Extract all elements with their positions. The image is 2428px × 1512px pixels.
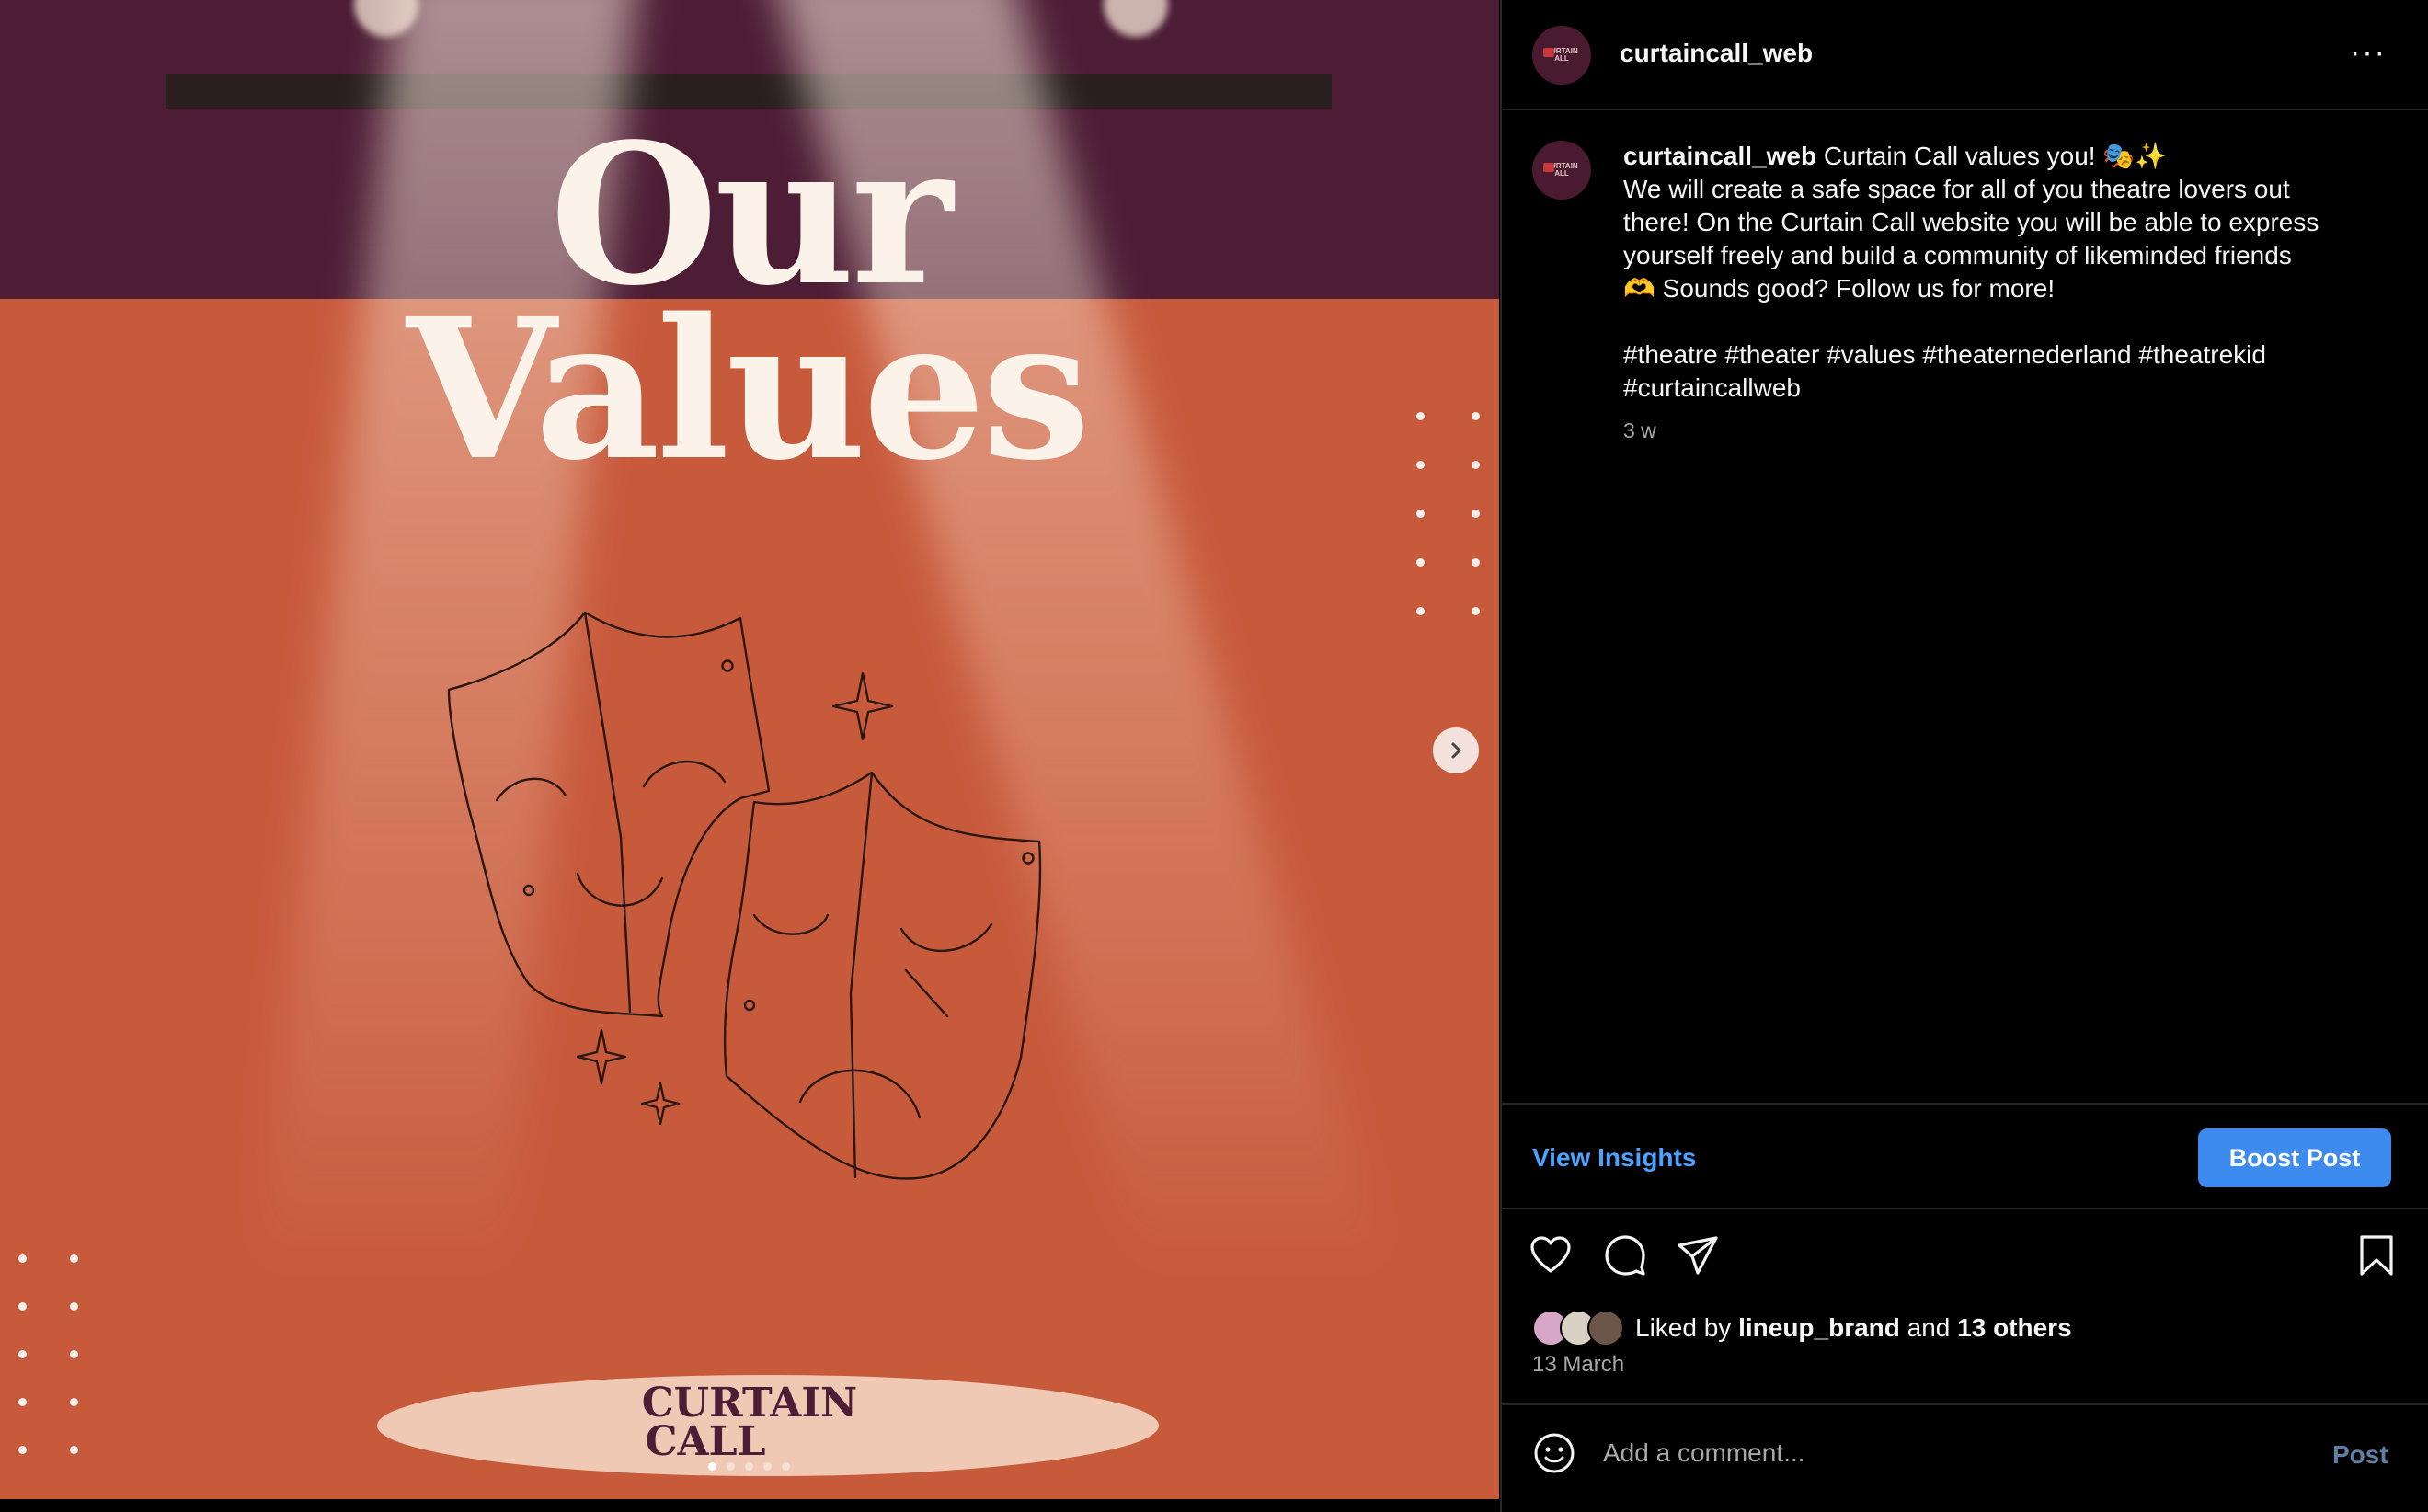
caption-username-link[interactable]: curtaincall_web (1623, 142, 1816, 170)
caption-line: there! On the Curtain Call website you w… (1623, 208, 2319, 236)
chevron-right-icon (1451, 742, 1461, 759)
insights-bar: View Insights Boost Post (1502, 1103, 2428, 1209)
bookmark-icon[interactable] (2354, 1232, 2399, 1278)
carousel-dot (763, 1462, 772, 1471)
carousel-dot (727, 1462, 735, 1471)
image-headline-line2: Values (406, 276, 1091, 503)
likes-others-link[interactable]: 13 others (1957, 1313, 2072, 1342)
comment-icon[interactable] (1602, 1232, 1648, 1278)
share-icon[interactable] (1675, 1232, 1721, 1278)
avatar-text-line2: ALL (1554, 54, 1569, 63)
heart-icon[interactable] (1528, 1232, 1574, 1278)
caption-line: 🫶 Sounds good? Follow us for more! (1623, 274, 2056, 303)
likes-prefix: Liked by (1635, 1313, 1739, 1342)
avatar[interactable]: CURTAIN ALL (1532, 26, 1591, 85)
post-caption: curtaincall_web Curtain Call values you!… (1623, 140, 2377, 405)
more-horizontal-icon[interactable]: ··· (2350, 35, 2387, 71)
liker-username-link[interactable]: lineup_brand (1738, 1313, 1900, 1342)
post-age[interactable]: 3 w (1623, 418, 1656, 443)
caption-line: We will create a safe space for all of y… (1623, 175, 2290, 203)
liker-avatar[interactable] (1587, 1310, 1624, 1346)
caption-hashtags[interactable]: #curtaincallweb (1623, 372, 2377, 405)
emoji-icon[interactable] (1532, 1431, 1576, 1475)
header-username-link[interactable]: curtaincall_web (1620, 39, 1813, 68)
post-header: CURTAIN ALL curtaincall_web ··· (1502, 0, 2428, 110)
avatar-logo-mark (1543, 163, 1554, 172)
comment-input[interactable] (1603, 1431, 2302, 1475)
carousel-indicator (708, 1462, 790, 1471)
brand-logo-line2: CALL (645, 1418, 766, 1465)
theatre-masks-illustration (447, 611, 1042, 1180)
carousel-next-button[interactable] (1433, 727, 1479, 773)
caption-hashtags[interactable]: #theatre #theater #values #theaternederl… (1623, 338, 2377, 372)
post-image[interactable]: Our Values CURTAIN CALL (0, 0, 1499, 1499)
caption-line: Curtain Call values you! 🎭✨ (1816, 142, 2168, 170)
avatar-logo-mark (1543, 48, 1554, 57)
caption-line: yourself freely and build a community of… (1623, 241, 2292, 269)
brand-logo-line1: CURTAIN (641, 1380, 858, 1426)
carousel-dot (708, 1462, 716, 1471)
likes-summary: Liked by lineup_brand and 13 others (1532, 1310, 2072, 1346)
post-comment-button[interactable]: Post (2332, 1440, 2388, 1470)
carousel-dot (745, 1462, 753, 1471)
comment-bar: Post (1502, 1403, 2428, 1512)
likes-text: Liked by lineup_brand and 13 others (1635, 1313, 2072, 1343)
post-details-panel: CURTAIN ALL curtaincall_web ··· CURTAIN … (1500, 0, 2428, 1512)
post-date[interactable]: 13 March (1532, 1352, 1624, 1378)
view-insights-link[interactable]: View Insights (1532, 1143, 1696, 1173)
carousel-dot (782, 1462, 790, 1471)
likes-middle: and (1899, 1313, 1958, 1342)
avatar-text-line2: ALL (1554, 169, 1569, 178)
caption-avatar[interactable]: CURTAIN ALL (1532, 141, 1591, 200)
boost-post-button[interactable]: Boost Post (2198, 1128, 2391, 1187)
decorative-dots-right (1416, 412, 1480, 615)
